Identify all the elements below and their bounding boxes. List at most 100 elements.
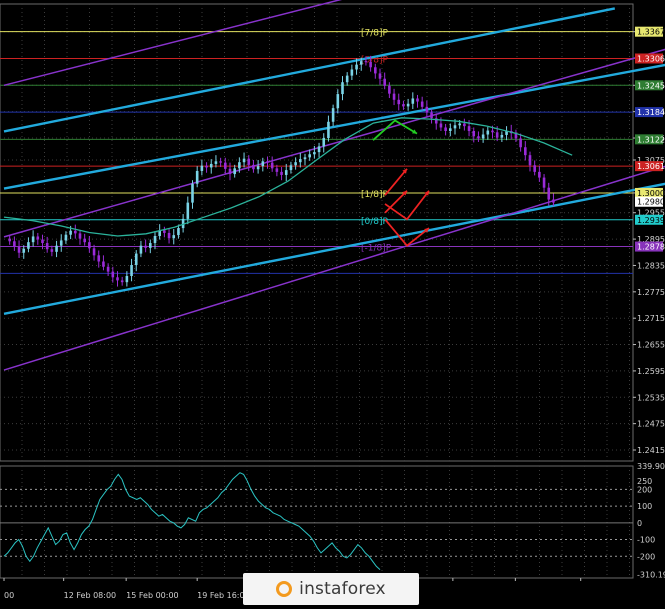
candle-body (163, 230, 166, 233)
candle-body (134, 253, 138, 266)
candle-body (111, 271, 115, 278)
indicator-tick-label: -200 (637, 552, 655, 561)
candle-body (416, 98, 419, 102)
candle-body (172, 235, 176, 239)
candle-body (411, 98, 415, 104)
candle-body (336, 94, 340, 109)
price-tag-label: 1.3122 (637, 135, 665, 144)
price-tag-label: 1.3061 (637, 162, 665, 171)
candle-body (186, 202, 190, 219)
indicator-tick-label: 339.9066 (637, 462, 665, 471)
candle-body (8, 238, 11, 242)
instaforex-watermark: instaforex (243, 573, 419, 605)
candle-body (284, 170, 288, 175)
candle-body (374, 67, 377, 74)
candle-body (144, 245, 147, 248)
candle-body (327, 121, 330, 139)
candle-body (120, 280, 124, 283)
candle-body (31, 236, 35, 243)
candle-body (92, 248, 96, 256)
candle-body (439, 123, 443, 128)
trend-line (3, 48, 665, 238)
murrey-level-label: [7/8]P (361, 29, 389, 39)
candle-body (420, 101, 424, 107)
candle-body (331, 108, 335, 122)
candle-body (270, 162, 274, 169)
forecast-arrow (384, 190, 408, 214)
candle-body (294, 162, 297, 166)
candle-body (209, 163, 213, 168)
time-tick-label: 00 (4, 591, 14, 600)
candle-body (224, 162, 227, 169)
candle-body (88, 242, 91, 249)
candle-body (378, 73, 382, 79)
candle-body (528, 155, 532, 166)
time-tick-label: 12 Feb 08:00 (64, 591, 116, 600)
candle-body (481, 134, 485, 139)
price-tag-label: 1.3245 (637, 81, 665, 90)
candle-body (219, 161, 222, 163)
candle-body (369, 62, 372, 68)
price-tag-label: 1.3184 (637, 108, 665, 117)
price-tag-label: 1.2939 (637, 216, 665, 225)
time-tick-label: 15 Feb 00:00 (126, 591, 178, 600)
candle-body (547, 187, 551, 200)
candle-body (36, 236, 40, 240)
candle-body (341, 82, 344, 95)
candle-body (491, 130, 494, 133)
candle-body (22, 248, 26, 253)
candle-body (149, 243, 152, 248)
chart-svg: [7/8]P[6/8]P[1/8]P[0/8]P[-1/8]P 1.33671.… (0, 0, 665, 600)
candle-body (402, 104, 405, 107)
candle-body (449, 128, 452, 131)
candle-body (261, 161, 265, 167)
price-tick-label: 1.2775 (637, 288, 665, 297)
candle-body (125, 276, 129, 283)
murrey-levels: [7/8]P[6/8]P[1/8]P[0/8]P[-1/8]P (0, 29, 633, 274)
candle-body (41, 239, 44, 244)
instaforex-logo-icon (276, 581, 293, 597)
candle-body (64, 234, 68, 241)
candle-body (83, 238, 86, 243)
candle-body (280, 171, 283, 175)
price-tag-label: 1.3306 (637, 54, 665, 63)
indicator-tick-label: -100 (637, 536, 655, 545)
candle-body (552, 199, 555, 203)
candle-body (317, 146, 321, 153)
candle-body (167, 232, 171, 239)
price-tag-label: 1.2878 (637, 243, 665, 252)
candle-body (524, 147, 527, 156)
candle-body (55, 245, 58, 252)
candle-body (59, 240, 63, 246)
candle-body (355, 64, 358, 70)
candle-body (519, 138, 522, 148)
trend-lines (3, 0, 665, 371)
candle-body (106, 266, 110, 272)
candle-body (275, 168, 279, 172)
watermark-text: instaforex (299, 579, 386, 599)
candle-body (247, 158, 251, 165)
candle-body (69, 230, 72, 235)
candle-body (214, 161, 218, 164)
candle-body (472, 130, 476, 137)
price-tick-label: 1.2715 (637, 314, 665, 323)
candle-body (406, 103, 410, 107)
trend-line (3, 7, 616, 133)
trend-line (3, 63, 665, 190)
candle-body (444, 127, 447, 131)
price-tick-label: 1.2535 (637, 393, 665, 402)
candle-body (345, 75, 349, 83)
price-tag-label: 1.2980 (637, 198, 665, 207)
candle-body (322, 138, 326, 147)
candle-body (200, 165, 204, 171)
chart-root: [7/8]P[6/8]P[1/8]P[0/8]P[-1/8]P 1.33671.… (0, 0, 665, 605)
candle-body (467, 126, 471, 131)
price-tick-label: 1.2475 (637, 420, 665, 429)
price-axis: 1.33671.32451.31851.31251.30751.30001.29… (633, 26, 665, 455)
candle-body (45, 243, 49, 250)
candle-body (102, 261, 105, 267)
candle-body (500, 134, 504, 138)
candle-body (50, 249, 54, 252)
candle-body (425, 106, 429, 113)
candle-body (116, 277, 119, 281)
